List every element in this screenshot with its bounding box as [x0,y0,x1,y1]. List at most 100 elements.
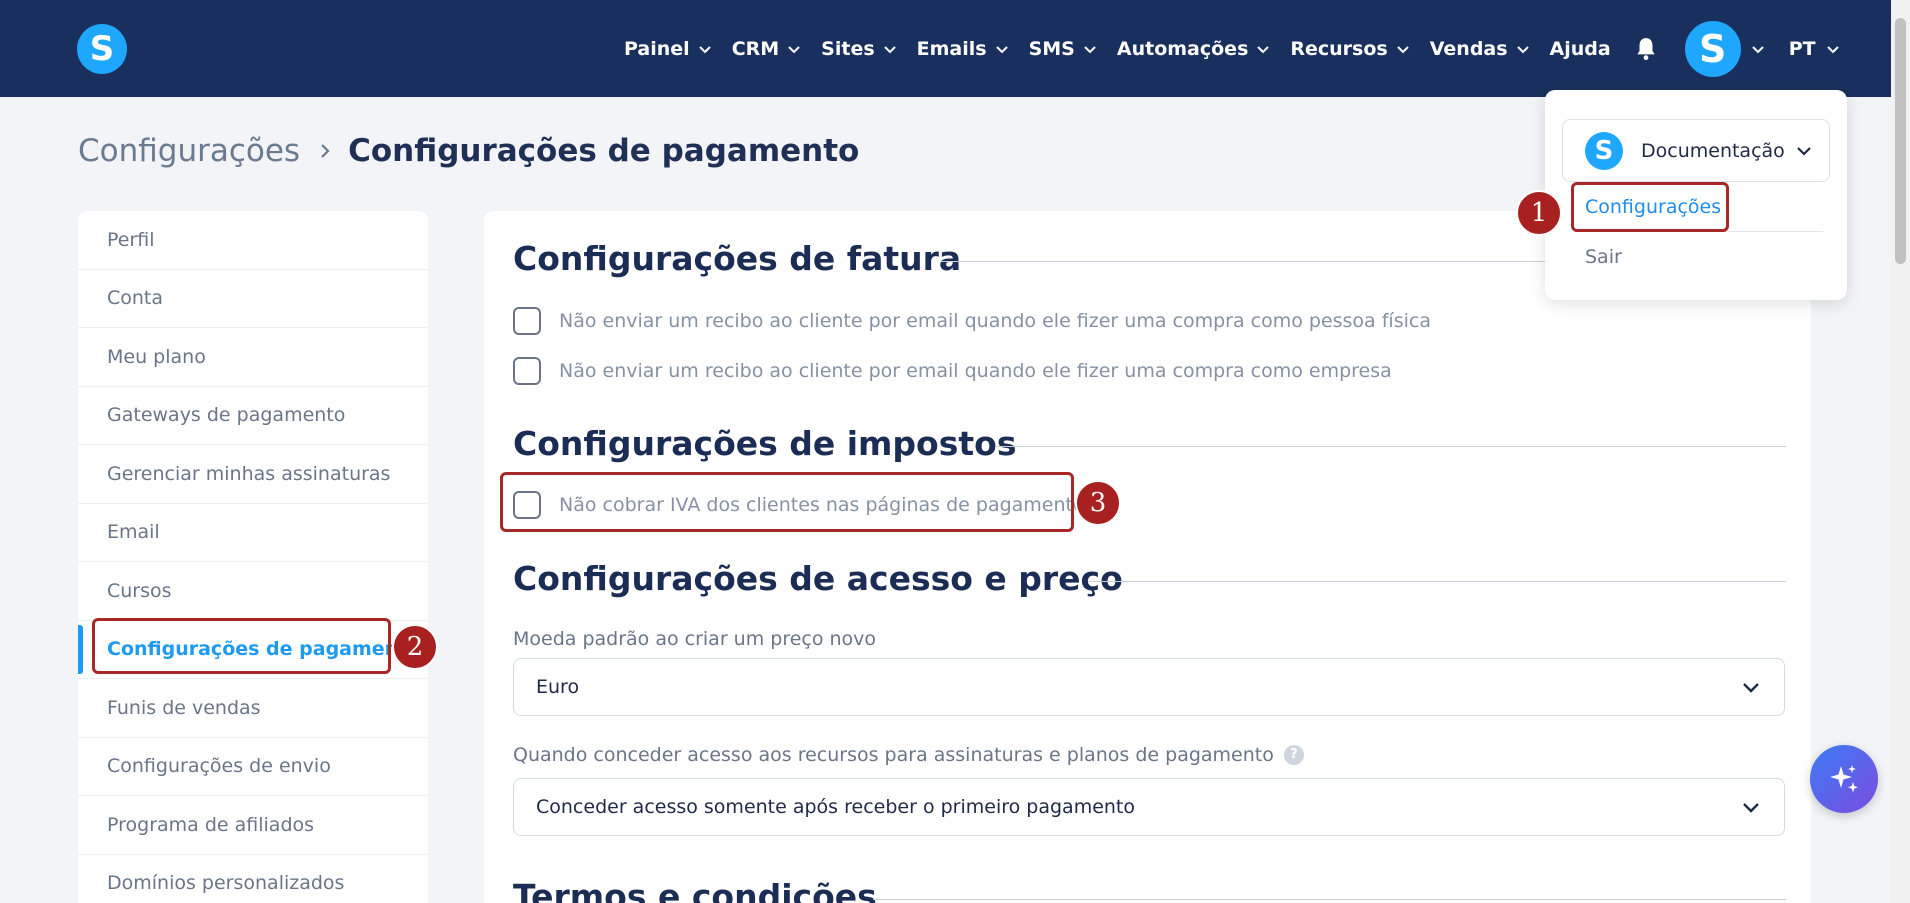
currency-select[interactable]: Euro [513,658,1785,716]
annotation-badge-2: 2 [392,624,438,670]
bell-icon[interactable] [1633,36,1659,62]
breadcrumb: Configurações Configurações de pagamento [78,133,859,169]
currency-label: Moeda padrão ao criar um preço novo [513,628,877,650]
sidebar-item-email[interactable]: Email [78,504,428,562]
nav-item-ajuda[interactable]: Ajuda [1550,38,1611,60]
section-title-tax: Configurações de impostos [513,424,1017,463]
sidebar-item-label: Configurações de envio [107,755,331,778]
sidebar-item-label: Email [107,521,160,544]
account-switcher[interactable]: S Documentação [1562,119,1830,182]
menu-item-sair[interactable]: Sair [1585,246,1622,268]
access-timing-select[interactable]: Conceder acesso somente após receber o p… [513,778,1785,836]
nav-item-label: CRM [731,37,780,60]
sidebar-item-label: Meu plano [107,345,206,368]
sidebar-item-label: Gerenciar minhas assinaturas [107,462,391,485]
nav-item-crm[interactable]: CRM [732,38,801,60]
chevron-down-icon [1084,45,1096,53]
nav-item-label: Automações [1116,37,1249,60]
nav-item-sms[interactable]: SMS [1029,38,1097,60]
sidebar-item-label: Funis de vendas [107,696,261,719]
nav-item-painel[interactable]: Painel [624,38,712,60]
chevron-down-icon[interactable] [1751,42,1765,56]
breadcrumb-root[interactable]: Configurações [78,133,300,169]
nav-item-label: Vendas [1429,37,1508,60]
sidebar-item-label: Programa de afiliados [107,813,315,836]
annotation-box-3 [500,472,1074,532]
access-label: Quando conceder acesso aos recursos para… [513,744,1304,766]
option-receipt-company[interactable]: Não enviar um recibo ao cliente por emai… [513,357,1392,385]
payment-settings-panel: Configurações de fatura Não enviar um re… [484,211,1811,903]
annotation-badge-3: 3 [1075,480,1121,526]
section-divider [995,446,1786,447]
section-title-terms: Termos e condições [513,877,877,903]
nav-item-label: SMS [1028,37,1075,60]
sidebar-item-envio[interactable]: Configurações de envio [78,738,428,796]
sidebar-item-dominios[interactable]: Domínios personalizados [78,855,428,903]
language-label: PT [1788,37,1816,60]
sparkle-icon [1830,765,1858,793]
chevron-down-icon [1743,803,1759,813]
chevron-down-icon [1797,146,1811,156]
top-navigation-bar: S Painel CRM Sites Emails SMS Automações… [0,0,1891,97]
sidebar-item-label: Cursos [107,579,172,602]
checkbox[interactable] [513,357,541,385]
help-icon[interactable]: ? [1283,745,1304,765]
checkbox[interactable] [513,307,541,335]
nav-item-label: Recursos [1290,37,1388,60]
sidebar-item-conta[interactable]: Conta [78,270,428,328]
chevron-down-icon [883,45,896,53]
ai-assistant-button[interactable] [1810,745,1878,813]
sidebar-item-label: Gateways de pagamento [107,404,346,427]
section-title-access: Configurações de acesso e preço [513,559,1123,598]
scrollbar-thumb[interactable] [1895,18,1906,264]
annotation-box-1 [1571,182,1729,232]
section-title-invoice: Configurações de fatura [513,239,962,278]
option-label: Não enviar um recibo ao cliente por emai… [559,360,1392,382]
section-divider [873,899,1786,900]
sidebar-item-cursos[interactable]: Cursos [78,562,428,621]
annotation-badge-1: 1 [1516,190,1562,236]
access-label-text: Quando conceder acesso aos recursos para… [513,744,1274,766]
sidebar-item-funis[interactable]: Funis de vendas [78,679,428,738]
chevron-down-icon [1826,45,1839,53]
nav-item-vendas[interactable]: Vendas [1430,38,1530,60]
sidebar-item-label: Domínios personalizados [107,872,345,895]
nav-item-recursos[interactable]: Recursos [1290,38,1409,60]
language-selector[interactable]: PT [1789,38,1840,60]
chevron-down-icon [788,45,800,53]
sidebar-item-gateways[interactable]: Gateways de pagamento [78,387,428,445]
page-scrollbar[interactable] [1891,0,1910,903]
main-nav: Painel CRM Sites Emails SMS Automações R… [624,0,1840,97]
nav-item-label: Emails [916,37,987,60]
nav-item-label: Painel [624,37,690,60]
option-label: Não enviar um recibo ao cliente por emai… [559,310,1431,332]
page-title: Configurações de pagamento [348,133,860,169]
chevron-down-icon [698,45,711,53]
nav-item-sites[interactable]: Sites [821,38,896,60]
nav-item-emails[interactable]: Emails [917,38,1009,60]
option-receipt-individual[interactable]: Não enviar um recibo ao cliente por emai… [513,307,1431,335]
chevron-down-icon [1257,45,1270,53]
chevron-down-icon [1397,45,1409,53]
currency-value: Euro [536,676,580,698]
sidebar-item-afiliados[interactable]: Programa de afiliados [78,796,428,855]
sidebar-item-meu-plano[interactable]: Meu plano [78,328,428,387]
section-divider [1088,581,1786,582]
chevron-down-icon [1743,683,1759,693]
nav-item-automacoes[interactable]: Automações [1117,38,1271,60]
brand-logo[interactable]: S [77,24,127,74]
account-name: Documentação [1641,139,1785,162]
user-avatar[interactable]: S [1684,20,1741,77]
chevron-right-icon [321,144,330,158]
access-timing-value: Conceder acesso somente após receber o p… [536,796,1136,818]
nav-item-label: Sites [821,37,875,60]
sidebar-item-perfil[interactable]: Perfil [78,211,428,270]
sidebar-item-assinaturas[interactable]: Gerenciar minhas assinaturas [78,445,428,504]
sidebar-item-label: Conta [107,287,164,310]
chevron-down-icon [1516,45,1529,53]
settings-sidebar: Perfil Conta Meu plano Gateways de pagam… [78,211,428,903]
nav-item-label: Ajuda [1549,37,1611,60]
chevron-down-icon [995,45,1008,53]
sidebar-item-label: Perfil [107,228,155,251]
annotation-box-2 [92,618,391,674]
